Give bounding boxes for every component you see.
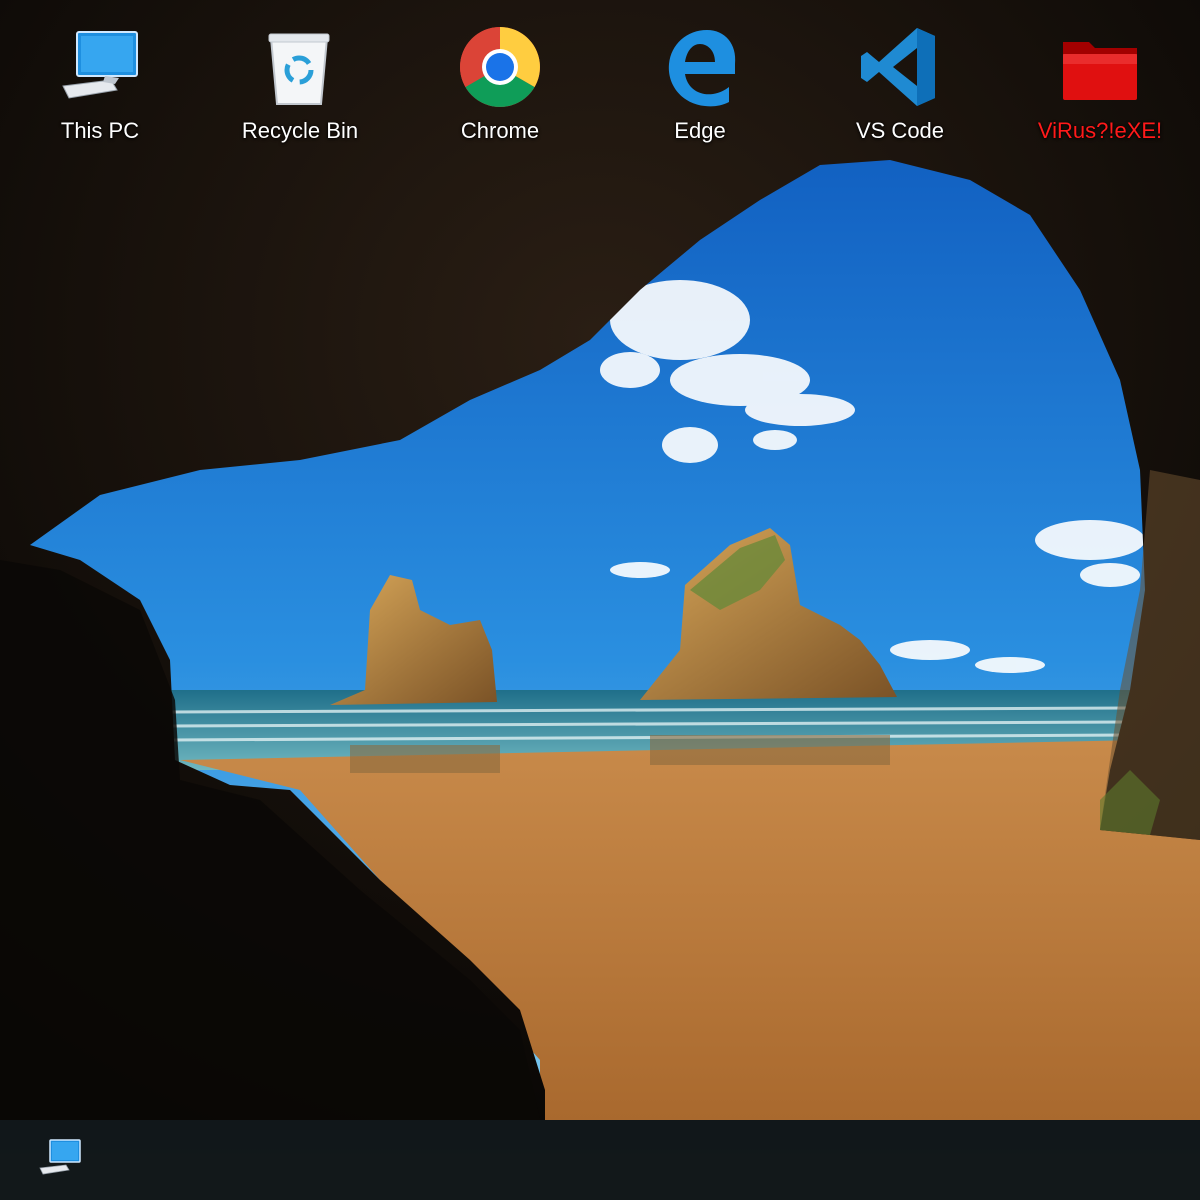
desktop-icon-label: Chrome: [460, 118, 540, 143]
red-folder-icon: [1057, 24, 1143, 110]
desktop-icon-chrome[interactable]: Chrome: [425, 24, 575, 154]
edge-icon: [657, 24, 743, 110]
this-pc-icon: [38, 1138, 82, 1183]
desktop-icon-label: Recycle Bin: [241, 118, 359, 143]
desktop-icon-virus-folder[interactable]: ViRus?!eXE!: [1025, 24, 1175, 154]
desktop-icon-label: VS Code: [855, 118, 945, 143]
desktop-icon-this-pc[interactable]: This PC: [25, 24, 175, 154]
chrome-icon: [457, 24, 543, 110]
taskbar: [0, 1120, 1200, 1200]
vscode-icon: [857, 24, 943, 110]
recycle-bin-icon: [257, 24, 343, 110]
desktop-icon-recycle-bin[interactable]: Recycle Bin: [225, 24, 375, 154]
desktop-icon-label: Edge: [674, 118, 726, 143]
desktop-wallpaper: [0, 0, 1200, 1200]
desktop-icon-label: ViRus?!eXE!: [1037, 118, 1163, 143]
taskbar-this-pc-button[interactable]: [34, 1136, 86, 1184]
desktop-icon-edge[interactable]: Edge: [625, 24, 775, 154]
this-pc-icon: [57, 24, 143, 110]
desktop-icon-vscode[interactable]: VS Code: [825, 24, 975, 154]
desktop-icon-grid: This PC Recycle Bin Chrome Edge VS Code …: [0, 24, 1200, 164]
desktop-icon-label: This PC: [60, 118, 140, 143]
